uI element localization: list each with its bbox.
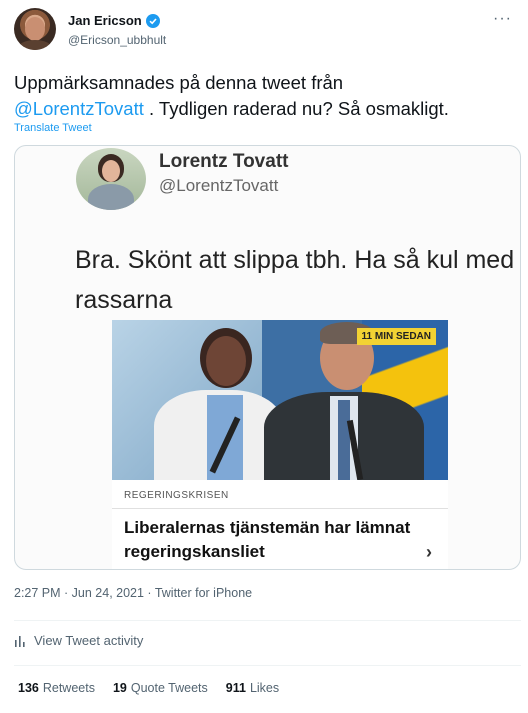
likes-count: 911 <box>225 681 246 695</box>
news-headline: Liberalernas tjänstemän har lämnat reger… <box>124 518 411 561</box>
retweets-label: Retweets <box>42 681 95 695</box>
inner-avatar-body <box>88 184 134 210</box>
tweet-text: Uppmärksamnades på denna tweet från @Lor… <box>14 70 514 122</box>
tweet-media-image[interactable]: Lorentz Tovatt @LorentzTovatt Bra. Skönt… <box>14 145 521 570</box>
divider <box>14 665 521 666</box>
tweet-meta: 2:27 PM · Jun 24, 2021 · Twitter for iPh… <box>14 586 252 600</box>
author-name[interactable]: Jan Ericson <box>68 13 142 28</box>
man-tie <box>338 400 350 480</box>
news-photo: 11 MIN SEDAN <box>112 320 448 480</box>
view-activity-button[interactable]: View Tweet activity <box>14 633 143 648</box>
tweet-text-after: . Tydligen raderad nu? Så osmakligt. <box>148 98 449 119</box>
news-card: 11 MIN SEDAN REGERINGSKRISEN Liberalerna… <box>112 320 448 569</box>
translate-tweet-link[interactable]: Translate Tweet <box>14 122 92 134</box>
tweet-header: Jan Ericson @Ericson_ubbhult ··· <box>14 8 514 56</box>
likes-label: Likes <box>249 681 280 695</box>
inner-author-handle: @LorentzTovatt <box>159 176 279 195</box>
divider <box>14 620 521 621</box>
view-activity-label: View Tweet activity <box>34 633 144 648</box>
likes-stat[interactable]: 911 Likes <box>226 681 279 695</box>
inner-avatar-face <box>102 160 120 182</box>
mention-link[interactable]: @LorentzTovatt <box>14 98 144 119</box>
retweets-count: 136 <box>18 681 39 695</box>
news-category: REGERINGSKRISEN <box>124 490 229 501</box>
tweet-text-before: Uppmärksamnades på denna tweet från <box>14 72 344 93</box>
avatar[interactable] <box>14 8 56 50</box>
category-divider <box>112 508 448 509</box>
tweet-stats: 136 Retweets 19 Quote Tweets 911 Likes <box>18 681 279 695</box>
inner-avatar <box>76 148 146 210</box>
inner-author-name: Lorentz Tovatt <box>159 151 289 172</box>
inner-tweet-text: Bra. Skönt att slippa tbh. Ha så kul med… <box>75 246 515 314</box>
avatar-face <box>25 17 45 41</box>
chevron-right-icon: › <box>426 542 432 562</box>
woman-face <box>206 336 246 386</box>
author-handle[interactable]: @Ericson_ubbhult <box>68 33 166 47</box>
quotes-label: Quote Tweets <box>130 681 208 695</box>
avatar-shirt <box>18 40 52 50</box>
quote-tweets-stat[interactable]: 19 Quote Tweets <box>113 681 208 695</box>
more-options-icon[interactable]: ··· <box>493 10 512 28</box>
quotes-count: 19 <box>112 681 127 695</box>
verified-badge-icon <box>145 13 160 28</box>
time-badge: 11 MIN SEDAN <box>356 328 436 345</box>
news-card-body: REGERINGSKRISEN Liberalernas tjänstemän … <box>112 480 448 569</box>
author-name-row: Jan Ericson <box>68 13 160 28</box>
retweets-stat[interactable]: 136 Retweets <box>18 681 95 695</box>
analytics-icon <box>15 635 25 647</box>
tweet-meta-line[interactable]: 2:27 PM · Jun 24, 2021 · Twitter for iPh… <box>14 586 252 600</box>
